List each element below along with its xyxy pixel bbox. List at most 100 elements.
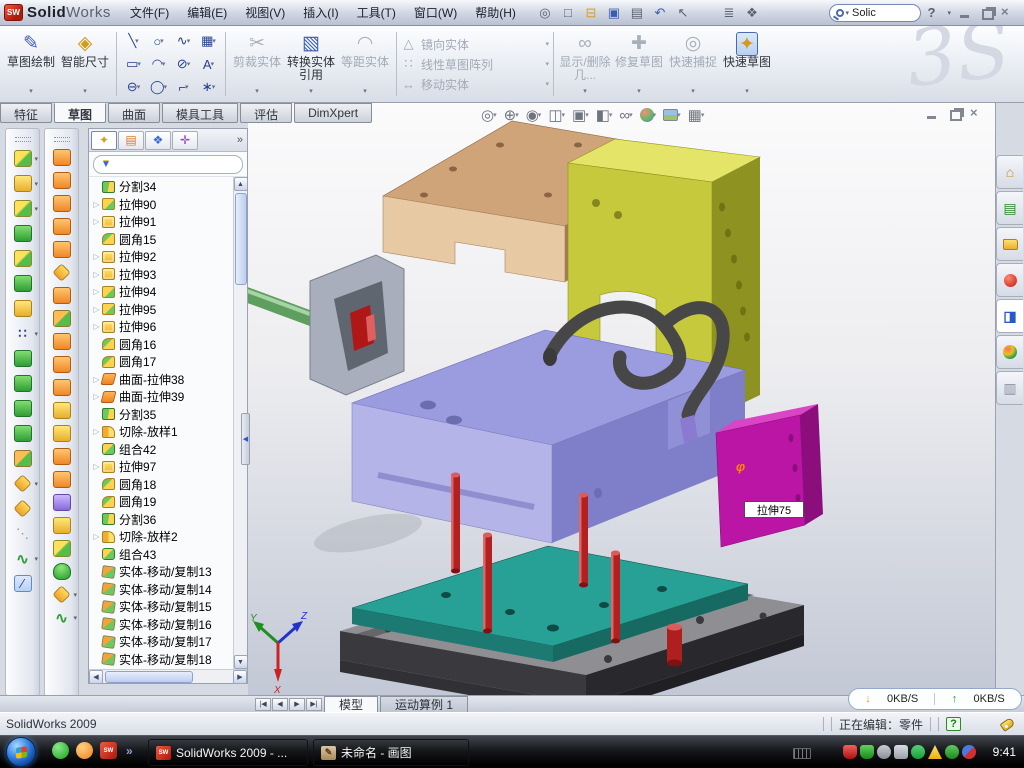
solidworks-resources-tab[interactable] xyxy=(996,263,1023,297)
chevron-down-icon[interactable]: ▾ xyxy=(745,85,749,99)
toolbar-icon[interactable] xyxy=(45,146,78,169)
messenger-quicklaunch-icon[interactable] xyxy=(52,742,69,759)
tree-item[interactable]: 分割36 xyxy=(89,511,233,529)
view-orientation-icon[interactable]: ▣ ▾ xyxy=(572,106,589,124)
chevron-down-icon[interactable]: ▾ xyxy=(545,80,549,88)
toolbar-icon[interactable] xyxy=(45,238,78,261)
custom-properties-tab[interactable]: ▥ xyxy=(996,371,1023,405)
toolbar-icon[interactable] xyxy=(6,371,39,396)
zoom-fit-icon[interactable]: ◎ ▾ xyxy=(481,106,497,124)
toolbar-icon[interactable] xyxy=(45,307,78,330)
display-style-icon[interactable]: ◧ ▾ xyxy=(596,106,613,124)
toolbar-icon[interactable] xyxy=(45,376,78,399)
toolbar-icon[interactable] xyxy=(6,296,39,321)
sketch-tool-button[interactable]: ∗▾ xyxy=(196,76,221,99)
tree-horizontal-scrollbar[interactable]: ◀ ▶ xyxy=(89,669,247,683)
solidworks-quicklaunch-icon[interactable]: SW xyxy=(100,742,117,759)
view-palette-tab[interactable]: ◨ xyxy=(996,299,1023,333)
doc-close-button[interactable]: × xyxy=(970,108,983,119)
apply-scene-icon[interactable]: ▾ xyxy=(663,109,681,121)
chevron-down-icon[interactable]: ▾ xyxy=(34,180,38,188)
toolbar-icon[interactable] xyxy=(45,399,78,422)
doc-minimize-button[interactable] xyxy=(926,108,939,119)
ribbon-big-button[interactable]: ✚ 修复草图 ▾ xyxy=(612,29,666,99)
sketch-tool-button[interactable]: ⊖▾ xyxy=(121,76,146,99)
tree-item[interactable]: 实体-移动/复制15 xyxy=(89,598,233,616)
toolbar-icon[interactable] xyxy=(6,346,39,371)
filter-icon[interactable]: ❖ xyxy=(742,3,762,22)
menu-item[interactable]: 插入(I) xyxy=(294,1,347,24)
tab-nav-button[interactable]: |◀ xyxy=(255,698,271,711)
toolbar-icon[interactable] xyxy=(45,514,78,537)
hide-show-items-icon[interactable]: ∞ ▾ xyxy=(619,107,632,124)
toolbar-icon[interactable]: ▾ xyxy=(6,196,39,221)
tree-item[interactable]: ▷ 拉伸95 xyxy=(89,301,233,319)
doc-restore-button[interactable] xyxy=(948,108,961,119)
toolbar-icon[interactable] xyxy=(45,491,78,514)
sketch-tool-button[interactable]: A▾ xyxy=(196,53,221,76)
chevron-down-icon[interactable]: ▾ xyxy=(29,85,33,99)
start-button[interactable] xyxy=(6,737,36,767)
menu-item[interactable]: 文件(F) xyxy=(121,1,178,24)
tree-item[interactable]: 圆角17 xyxy=(89,353,233,371)
quick-tips-icon[interactable]: ? xyxy=(946,717,961,731)
sync-icon[interactable] xyxy=(911,745,925,759)
new-document-icon[interactable]: □ xyxy=(558,3,578,22)
scroll-thumb[interactable] xyxy=(235,193,247,285)
command-tab[interactable]: 曲面 xyxy=(108,103,160,123)
appearances-tab[interactable] xyxy=(996,335,1023,369)
command-tab[interactable]: DimXpert xyxy=(294,103,372,123)
toolbar-icon[interactable] xyxy=(45,284,78,307)
featuremanager-tab[interactable]: ✦ xyxy=(91,131,117,150)
tree-item[interactable]: 实体-移动/复制16 xyxy=(89,616,233,634)
chevron-down-icon[interactable]: ▾ xyxy=(309,85,313,99)
tree-item[interactable]: 实体-移动/复制18 xyxy=(89,651,233,669)
ribbon-big-button[interactable]: ✦ 快速草图 ▾ xyxy=(720,29,774,99)
chevron-down-icon[interactable]: ▾ xyxy=(545,60,549,68)
expand-arrow[interactable]: ▷ xyxy=(91,305,102,314)
pin-icon[interactable]: ◎ xyxy=(535,3,555,22)
sketch-tool-button[interactable]: ◯▾ xyxy=(146,76,171,99)
tree-item[interactable]: 分割35 xyxy=(89,406,233,424)
open-icon[interactable]: ⊟ xyxy=(581,3,601,22)
tree-item[interactable]: ▷ 拉伸92 xyxy=(89,248,233,266)
toolbar-icon[interactable] xyxy=(45,169,78,192)
home-tab[interactable]: ⌂ xyxy=(996,155,1023,189)
chevron-down-icon[interactable]: ▾ xyxy=(34,155,38,163)
ribbon-big-button[interactable]: ∞ 显示/删除几... ▾ xyxy=(558,29,612,99)
sketch-tool-button[interactable]: ∿▾ xyxy=(171,30,196,53)
tree-item[interactable]: 分割34 xyxy=(89,178,233,196)
chevron-down-icon[interactable]: ▾ xyxy=(583,85,587,99)
tree-item[interactable]: ▷ 拉伸93 xyxy=(89,266,233,284)
toolbar-icon[interactable] xyxy=(6,396,39,421)
toolbar-icon[interactable] xyxy=(45,261,78,284)
options-icon[interactable]: ≣ xyxy=(719,3,739,22)
more-tabs-chevron[interactable]: » xyxy=(237,134,245,146)
taskbar-task-paint[interactable]: ✎ 未命名 - 画图 xyxy=(313,739,469,766)
command-tab[interactable]: 评估 xyxy=(240,103,292,123)
toolbar-icon[interactable] xyxy=(45,330,78,353)
toolbar-icon[interactable] xyxy=(45,560,78,583)
security-shield-icon[interactable] xyxy=(860,745,874,759)
section-view-icon[interactable]: ◫ ▾ xyxy=(548,106,565,124)
tab-nav-button[interactable]: ◀ xyxy=(272,698,288,711)
tree-item[interactable]: ▷ 拉伸91 xyxy=(89,213,233,231)
expand-arrow[interactable]: ▷ xyxy=(91,217,102,226)
tree-item[interactable]: 实体-移动/复制17 xyxy=(89,633,233,651)
taskbar-clock[interactable]: 9:41 xyxy=(993,745,1016,759)
command-tab[interactable]: 草图 xyxy=(54,103,106,123)
toolbar-icon[interactable]: ▾ xyxy=(6,146,39,171)
menu-item[interactable]: 工具(T) xyxy=(348,1,405,24)
tab-nav-button[interactable]: ▶ xyxy=(289,698,305,711)
scroll-thumb[interactable] xyxy=(105,671,193,683)
chevron-down-icon[interactable]: ▾ xyxy=(34,480,38,488)
print-icon[interactable]: ▤ xyxy=(627,3,647,22)
antivirus-shield-icon[interactable] xyxy=(843,745,857,759)
document-tab[interactable]: 模型 xyxy=(324,696,378,712)
tab-nav-button[interactable]: ▶| xyxy=(306,698,322,711)
warning-icon[interactable] xyxy=(928,745,942,759)
tree-item[interactable]: 实体-移动/复制14 xyxy=(89,581,233,599)
ribbon-big-button[interactable]: ✂ 剪裁实体 ▾ xyxy=(230,29,284,99)
toolbar-icon[interactable] xyxy=(45,445,78,468)
toolbar-icon[interactable]: ▾ xyxy=(6,171,39,196)
